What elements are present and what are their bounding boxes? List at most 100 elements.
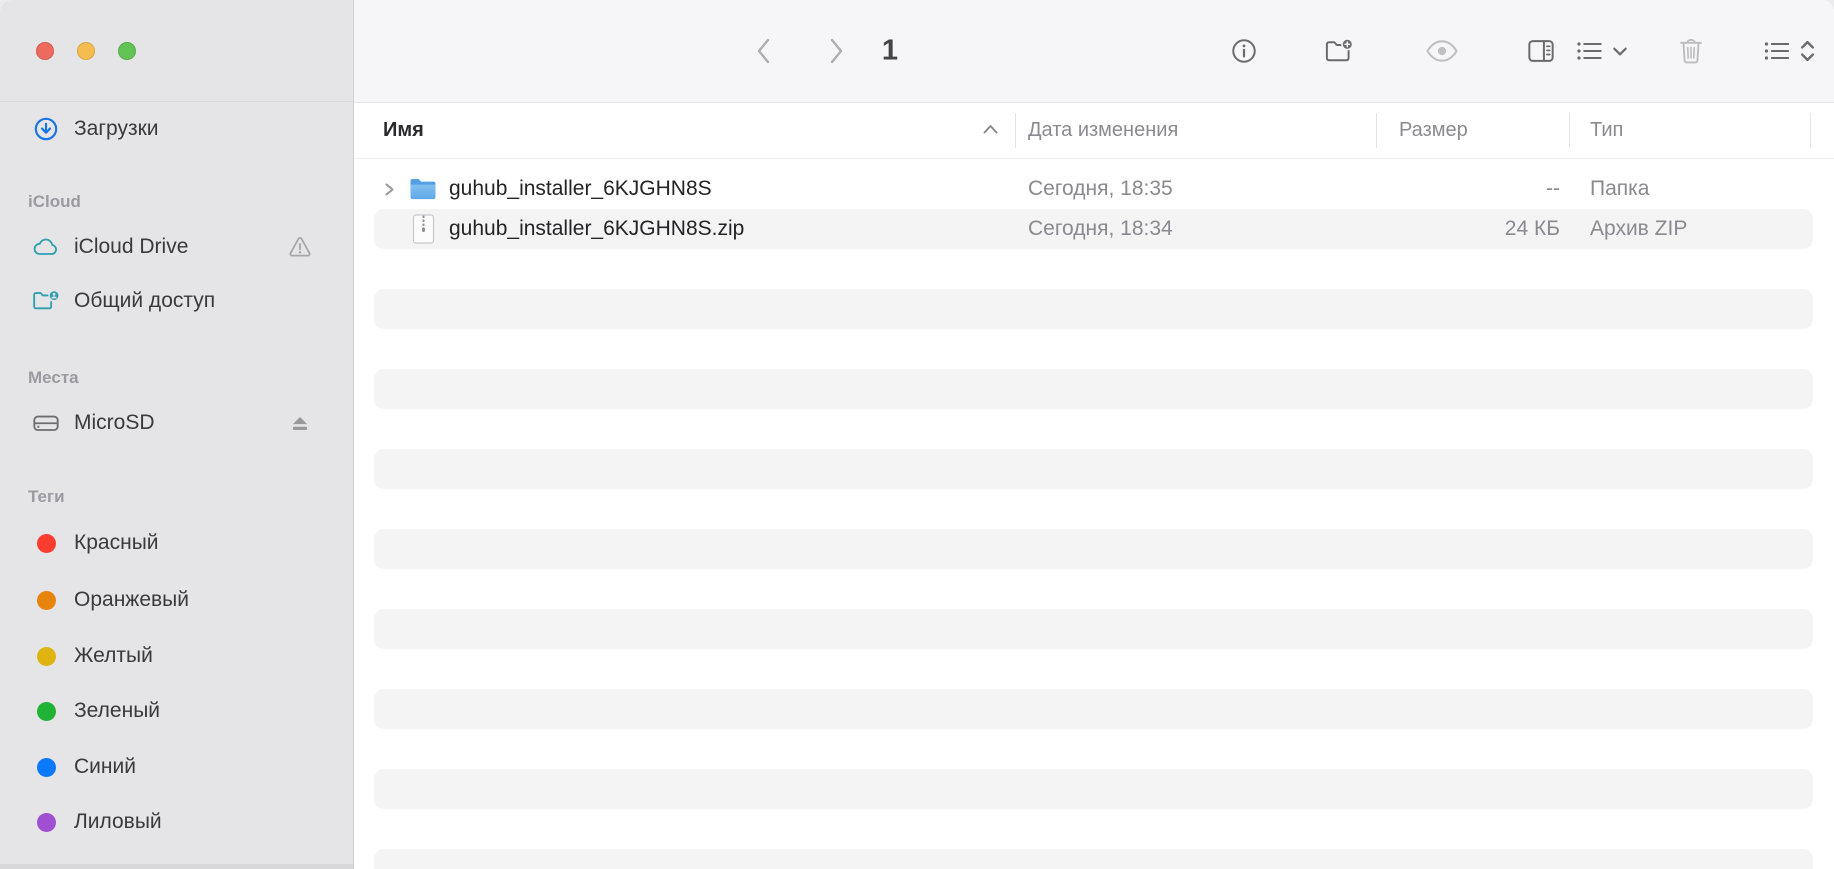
preview-panel-button[interactable] [1527,38,1555,64]
file-list: Имя Дата изменения Размер Тип guhub_inst… [354,103,1834,869]
column-header-size[interactable]: Размер [1399,103,1468,158]
column-divider[interactable] [1015,113,1016,148]
sidebar-item-label: MicroSD [74,411,155,434]
sidebar-item-label: Зеленый [74,699,161,722]
new-folder-button[interactable] [1324,37,1354,65]
tag-color-dot [32,586,60,614]
traffic-lights [36,42,136,60]
sidebar-item-label: Общий доступ [74,289,216,312]
get-info-button[interactable] [1230,37,1258,65]
empty-row [354,569,1834,609]
hard-drive-icon [32,409,60,437]
empty-row [354,329,1834,369]
sort-menu-button[interactable] [1763,38,1818,64]
trash-button[interactable] [1678,37,1704,65]
toolbar: 1 [354,0,1834,103]
close-button[interactable] [36,42,54,60]
column-header-date-modified[interactable]: Дата изменения [1028,103,1178,158]
forward-icon [830,38,843,64]
empty-row [354,449,1834,489]
file-size: 24 КБ [1504,217,1560,240]
sidebar-item-tag-yellow[interactable]: Желтый [10,635,343,677]
sidebar-item-tag-orange[interactable]: Оранжевый [10,579,343,621]
download-circle-icon [32,115,60,143]
sidebar-item-tag-red[interactable]: Красный [10,522,343,564]
sidebar-item-label: Оранжевый [74,588,189,611]
column-header-kind[interactable]: Тип [1590,103,1623,158]
minimize-button[interactable] [77,42,95,60]
preview-panel-icon [1528,40,1554,62]
sidebar-item-icloud-drive[interactable]: iCloud Drive [10,226,343,268]
zoom-button[interactable] [118,42,136,60]
folder-icon [408,169,438,209]
sidebar-section-places: Места [28,368,79,387]
sidebar-item-shared[interactable]: Общий доступ [10,280,343,322]
sidebar-item-tag-green[interactable]: Зеленый [10,690,343,732]
new-folder-icon [1325,38,1354,62]
sidebar-section-icloud: iCloud [28,192,81,211]
empty-row [354,489,1834,529]
sidebar-item-microsd[interactable]: MicroSD [10,402,343,444]
tag-color-dot [32,697,60,725]
column-header-name[interactable]: Имя [383,103,424,158]
empty-row [354,809,1834,849]
file-size: -- [1546,177,1560,200]
sidebar-section-tags: Теги [28,487,65,506]
back-button[interactable] [752,36,776,66]
sidebar-item-label: Лиловый [74,810,162,833]
empty-row [354,689,1834,729]
empty-row [354,609,1834,649]
sidebar-item-downloads[interactable]: Загрузки [10,108,343,150]
sidebar-toolbar-divider [0,101,353,102]
back-icon [757,38,770,64]
group-list-icon [1764,42,1790,60]
tag-color-dot [32,753,60,781]
cloud-icon [32,233,60,261]
sidebar-item-tag-blue[interactable]: Синий [10,746,343,788]
disclosure-chevron-icon[interactable] [383,182,396,202]
empty-row [354,649,1834,689]
sidebar-item-label: Желтый [74,644,153,667]
file-name: guhub_installer_6KJGHN8S.zip [449,217,745,240]
list-column-headers: Имя Дата изменения Размер Тип [354,103,1834,159]
sidebar-item-label: iCloud Drive [74,235,189,258]
tag-color-dot [32,529,60,557]
empty-row [354,249,1834,289]
empty-row [354,769,1834,809]
warning-icon[interactable] [287,234,313,260]
file-date-modified: Сегодня, 18:35 [1028,177,1173,200]
file-kind: Архив ZIP [1590,217,1688,240]
sidebar: Загрузки iCloud iCloud Drive Общий доступ Ме… [0,0,354,869]
column-divider[interactable] [1810,113,1811,148]
finder-window: Загрузки iCloud iCloud Drive Общий доступ Ме… [0,0,1834,869]
sidebar-bottom-shade [0,864,353,869]
window-title: 1 [881,34,899,67]
column-divider[interactable] [1569,113,1570,148]
zip-file-icon [408,209,438,249]
file-row[interactable]: guhub_installer_6KJGHN8S.zip Сегодня, 18:… [354,209,1834,249]
quick-look-button[interactable] [1425,37,1459,65]
info-icon [1232,39,1256,63]
trash-icon [1680,39,1702,64]
shared-folder-icon [32,287,60,315]
tag-color-dot [32,808,60,836]
sidebar-item-label: Синий [74,755,136,778]
list-view-icon [1577,42,1602,60]
empty-row [354,729,1834,769]
sidebar-item-label: Загрузки [74,117,159,140]
sort-ascending-icon [982,122,999,140]
empty-row [354,529,1834,569]
empty-row [354,289,1834,329]
file-date-modified: Сегодня, 18:34 [1028,217,1173,240]
sidebar-item-label: Красный [74,531,159,554]
file-row[interactable]: guhub_installer_6KJGHN8S Сегодня, 18:35 --… [354,169,1834,209]
column-divider[interactable] [1376,113,1377,148]
up-down-chevrons-icon [1801,40,1814,62]
empty-row [354,369,1834,409]
chevron-down-icon [1613,47,1627,56]
eject-icon[interactable] [287,410,313,436]
sidebar-item-tag-purple[interactable]: Лиловый [10,801,343,843]
forward-button[interactable] [824,36,848,66]
list-view-menu-button[interactable] [1575,38,1629,64]
empty-row [354,409,1834,449]
